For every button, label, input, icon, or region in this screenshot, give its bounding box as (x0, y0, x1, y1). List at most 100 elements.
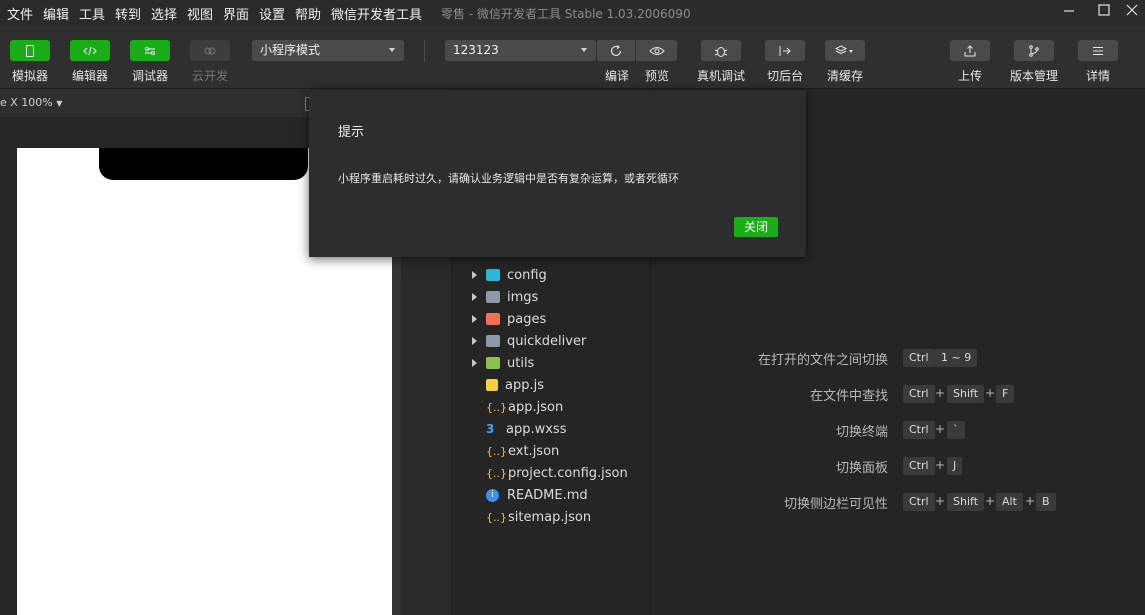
chevron-down-icon: ▼ (56, 99, 63, 108)
info-icon: i (486, 488, 499, 502)
phone-icon (26, 44, 34, 57)
upload-icon (964, 44, 976, 56)
bug-icon (714, 46, 728, 57)
minimize-icon (1064, 10, 1074, 12)
shortcut-plus: + (985, 386, 996, 400)
close-icon (1126, 4, 1138, 16)
json-icon: {..} (486, 466, 507, 480)
tree-item-imgs[interactable]: imgs (470, 286, 538, 308)
json-icon: {..} (486, 444, 507, 458)
shortcut-plus: + (935, 422, 946, 436)
chevron-right-icon (472, 271, 477, 279)
tree-item-readme[interactable]: i README.md (470, 484, 588, 506)
folder-config-icon (486, 269, 500, 281)
device-zoom-select[interactable]: e X 100% ▼ (0, 96, 62, 109)
tree-item-ext-json[interactable]: {..} ext.json (470, 440, 559, 462)
menu-file[interactable]: 文件 (7, 4, 33, 23)
menu-bar: 文件 编辑 工具 转到 选择 视图 界面 设置 帮助 微信开发者工具 零售 - … (0, 0, 1145, 26)
js-icon (486, 379, 498, 391)
tree-item-sitemap-json[interactable]: {..} sitemap.json (470, 506, 591, 528)
dialog-close-button[interactable]: 关闭 (734, 217, 778, 237)
debugger-label: 调试器 (131, 69, 168, 83)
toolbar-divider (424, 40, 425, 62)
shortcut-label: 切换侧边栏可见性 (783, 497, 888, 512)
tree-item-pages[interactable]: pages (470, 308, 546, 330)
shortcut-key: B (1036, 493, 1056, 511)
background-button[interactable] (765, 40, 805, 61)
simulator-button[interactable] (10, 40, 50, 61)
shortcut-key: J (947, 457, 963, 475)
mode-select[interactable]: 小程序模式 (252, 40, 404, 61)
tree-item-config[interactable]: config (470, 264, 547, 286)
version-label: 版本管理 (1009, 69, 1058, 83)
cloud-button[interactable] (190, 40, 230, 61)
minimize-button[interactable] (1052, 0, 1086, 24)
tree-item-project-config-json[interactable]: {..} project.config.json (470, 462, 628, 484)
tree-item-utils[interactable]: utils (470, 352, 534, 374)
details-label: 详情 (1085, 69, 1110, 83)
tree-item-label: app.js (505, 377, 544, 393)
shortcut-key: Shift (947, 493, 985, 511)
remote-debug-label: 真机调试 (696, 69, 745, 83)
version-button[interactable] (1014, 40, 1054, 61)
dialog-message: 小程序重启耗时过久，请确认业务逻辑中是否有复杂运算，或者死循环 (338, 172, 679, 185)
shortcut-label: 在文件中查找 (809, 389, 888, 404)
compile-button[interactable] (597, 40, 635, 61)
shortcut-plus: + (935, 494, 946, 508)
folder-icon (486, 291, 500, 303)
tree-item-quickdeliver[interactable]: quickdeliver (470, 330, 586, 352)
chevron-right-icon (472, 337, 477, 345)
menu-interface[interactable]: 界面 (223, 4, 249, 23)
close-window-button[interactable] (1115, 0, 1145, 24)
menu-tools[interactable]: 工具 (79, 4, 105, 23)
switch-background-icon (779, 45, 791, 56)
menu-view[interactable]: 视图 (187, 4, 213, 23)
details-button[interactable] (1078, 40, 1118, 61)
editor-button[interactable] (70, 40, 110, 61)
debugger-button[interactable] (130, 40, 170, 61)
shortcut-plus: + (935, 458, 946, 472)
menu-goto[interactable]: 转到 (115, 4, 141, 23)
json-icon: {..} (486, 510, 507, 524)
shortcut-label: 切换终端 (835, 425, 888, 440)
chevron-right-icon (472, 315, 477, 323)
menu-settings[interactable]: 设置 (259, 4, 285, 23)
tree-item-app-json[interactable]: {..} app.json (470, 396, 563, 418)
device-zoom-value: e X 100% (0, 96, 53, 109)
tree-item-label: project.config.json (508, 465, 628, 481)
remote-debug-button[interactable] (701, 40, 741, 61)
tree-item-label: app.json (508, 399, 564, 415)
menu-wechat-devtools[interactable]: 微信开发者工具 (331, 4, 422, 23)
shortcut-key: Ctrl (903, 457, 935, 475)
folder-icon (486, 335, 500, 347)
menu-help[interactable]: 帮助 (295, 4, 321, 23)
chevron-down-icon (581, 48, 587, 52)
tree-item-app-js[interactable]: app.js (470, 374, 544, 396)
compile-mode-value: 123123 (453, 43, 499, 57)
shortcut-key: Ctrl (903, 421, 935, 439)
maximize-icon (1098, 4, 1110, 16)
chevron-right-icon (472, 359, 477, 367)
chevron-right-icon (472, 293, 477, 301)
cloud-icon (204, 47, 216, 54)
shortcut-plus: + (1025, 494, 1036, 508)
clear-cache-button[interactable] (825, 40, 865, 61)
shortcut-plus: + (935, 386, 946, 400)
background-label: 切后台 (766, 69, 803, 83)
menu-edit[interactable]: 编辑 (43, 4, 69, 23)
preview-button[interactable] (636, 40, 677, 61)
shortcut-key: Ctrl (903, 349, 935, 367)
tree-item-app-wxss[interactable]: 3 app.wxss (470, 418, 566, 440)
compile-mode-select[interactable]: 123123 (445, 40, 596, 61)
phone-notch (99, 148, 308, 180)
upload-label: 上传 (957, 69, 982, 83)
tree-item-label: quickdeliver (507, 333, 587, 349)
upload-button[interactable] (950, 40, 990, 61)
folder-utils-icon (486, 357, 500, 369)
preview-label: 预览 (644, 69, 669, 83)
menu-select[interactable]: 选择 (151, 4, 177, 23)
menu-lines-icon (1093, 46, 1103, 55)
shortcut-key: Ctrl (903, 493, 935, 511)
shortcut-plus: + (985, 494, 996, 508)
tree-item-label: ext.json (508, 443, 560, 459)
